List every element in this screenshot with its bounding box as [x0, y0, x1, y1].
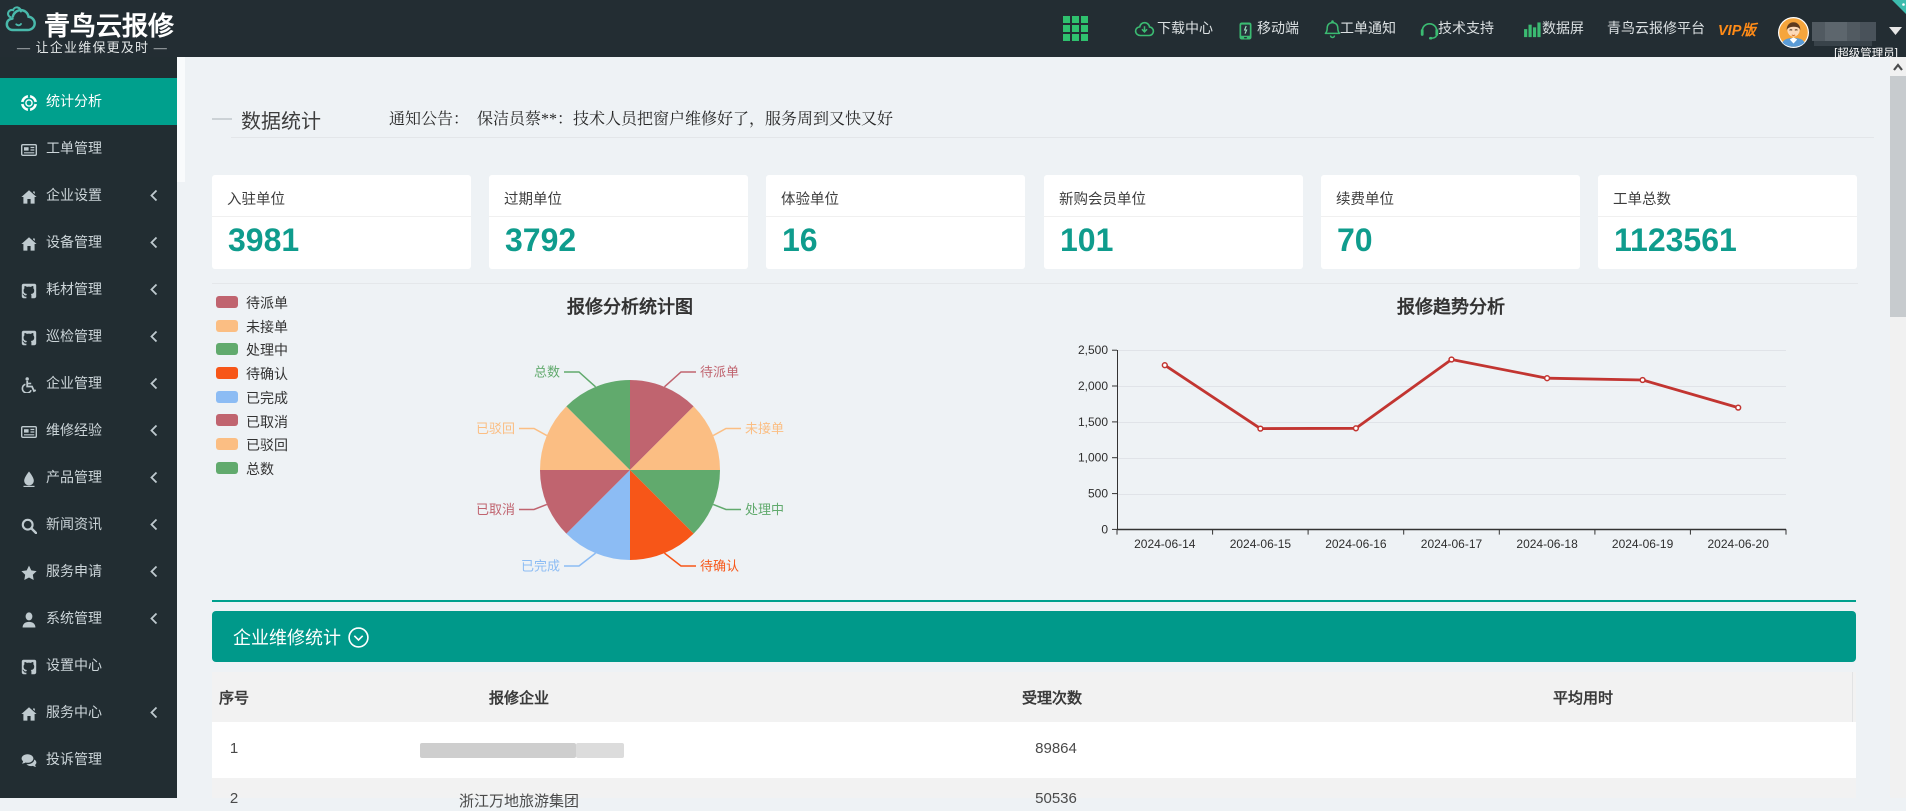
svg-text:已取消: 已取消	[476, 502, 515, 517]
svg-text:2024-06-19: 2024-06-19	[1612, 537, 1674, 551]
svg-text:2,500: 2,500	[1078, 343, 1108, 357]
svg-text:待派单: 待派单	[700, 365, 739, 380]
svg-text:未接单: 未接单	[745, 421, 784, 436]
svg-text:2024-06-14: 2024-06-14	[1134, 537, 1196, 551]
svg-text:2024-06-20: 2024-06-20	[1708, 537, 1770, 551]
svg-text:总数: 总数	[534, 365, 560, 380]
svg-text:待确认: 待确认	[700, 559, 739, 574]
svg-text:已完成: 已完成	[521, 559, 560, 574]
svg-text:2,000: 2,000	[1078, 379, 1108, 393]
svg-text:2024-06-15: 2024-06-15	[1230, 537, 1292, 551]
svg-text:2024-06-18: 2024-06-18	[1516, 537, 1578, 551]
svg-text:处理中: 处理中	[745, 502, 784, 517]
svg-text:500: 500	[1088, 487, 1108, 501]
svg-text:2024-06-17: 2024-06-17	[1421, 537, 1483, 551]
svg-text:1,000: 1,000	[1078, 451, 1108, 465]
svg-text:0: 0	[1101, 522, 1108, 536]
svg-text:1,500: 1,500	[1078, 415, 1108, 429]
svg-text:2024-06-16: 2024-06-16	[1325, 537, 1387, 551]
svg-text:已驳回: 已驳回	[476, 421, 515, 436]
